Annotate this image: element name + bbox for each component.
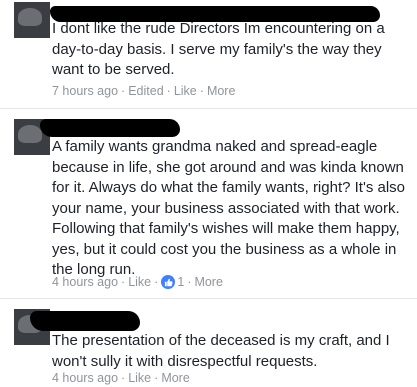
like-button[interactable]: Like: [128, 275, 151, 289]
comment-text: The presentation of the deceased is my c…: [52, 332, 394, 370]
timestamp[interactable]: 4 hours ago: [52, 371, 118, 385]
redacted-name: [30, 311, 140, 331]
reaction-count[interactable]: 1: [161, 275, 184, 289]
timestamp[interactable]: 4 hours ago: [52, 275, 118, 289]
comment-text: A family wants grandma naked and spread-…: [52, 138, 410, 278]
comment-text: I dont like the rude Directors Im encoun…: [52, 20, 389, 78]
like-button[interactable]: Like: [128, 371, 151, 385]
timestamp[interactable]: 7 hours ago: [52, 84, 118, 98]
comment-3: The presentation of the deceased is my c…: [0, 299, 417, 387]
comment-2: A family wants grandma naked and spread-…: [0, 109, 417, 298]
more-button[interactable]: More: [161, 371, 189, 385]
more-button[interactable]: More: [207, 84, 235, 98]
like-thumb-icon: [161, 275, 176, 289]
comment-meta: 4 hours ago · Like · More: [52, 371, 190, 385]
edited-link[interactable]: Edited: [128, 84, 163, 98]
comment-meta: 7 hours ago · Edited · Like · More: [52, 84, 236, 98]
more-button[interactable]: More: [194, 275, 222, 289]
like-button[interactable]: Like: [174, 84, 197, 98]
comment-1: I dont like the rude Directors Im encoun…: [0, 0, 417, 108]
reaction-count-value: 1: [177, 275, 185, 289]
comment-meta: 4 hours ago · Like · 1 · More: [52, 275, 223, 289]
avatar[interactable]: [14, 2, 50, 38]
redacted-name: [40, 119, 180, 137]
